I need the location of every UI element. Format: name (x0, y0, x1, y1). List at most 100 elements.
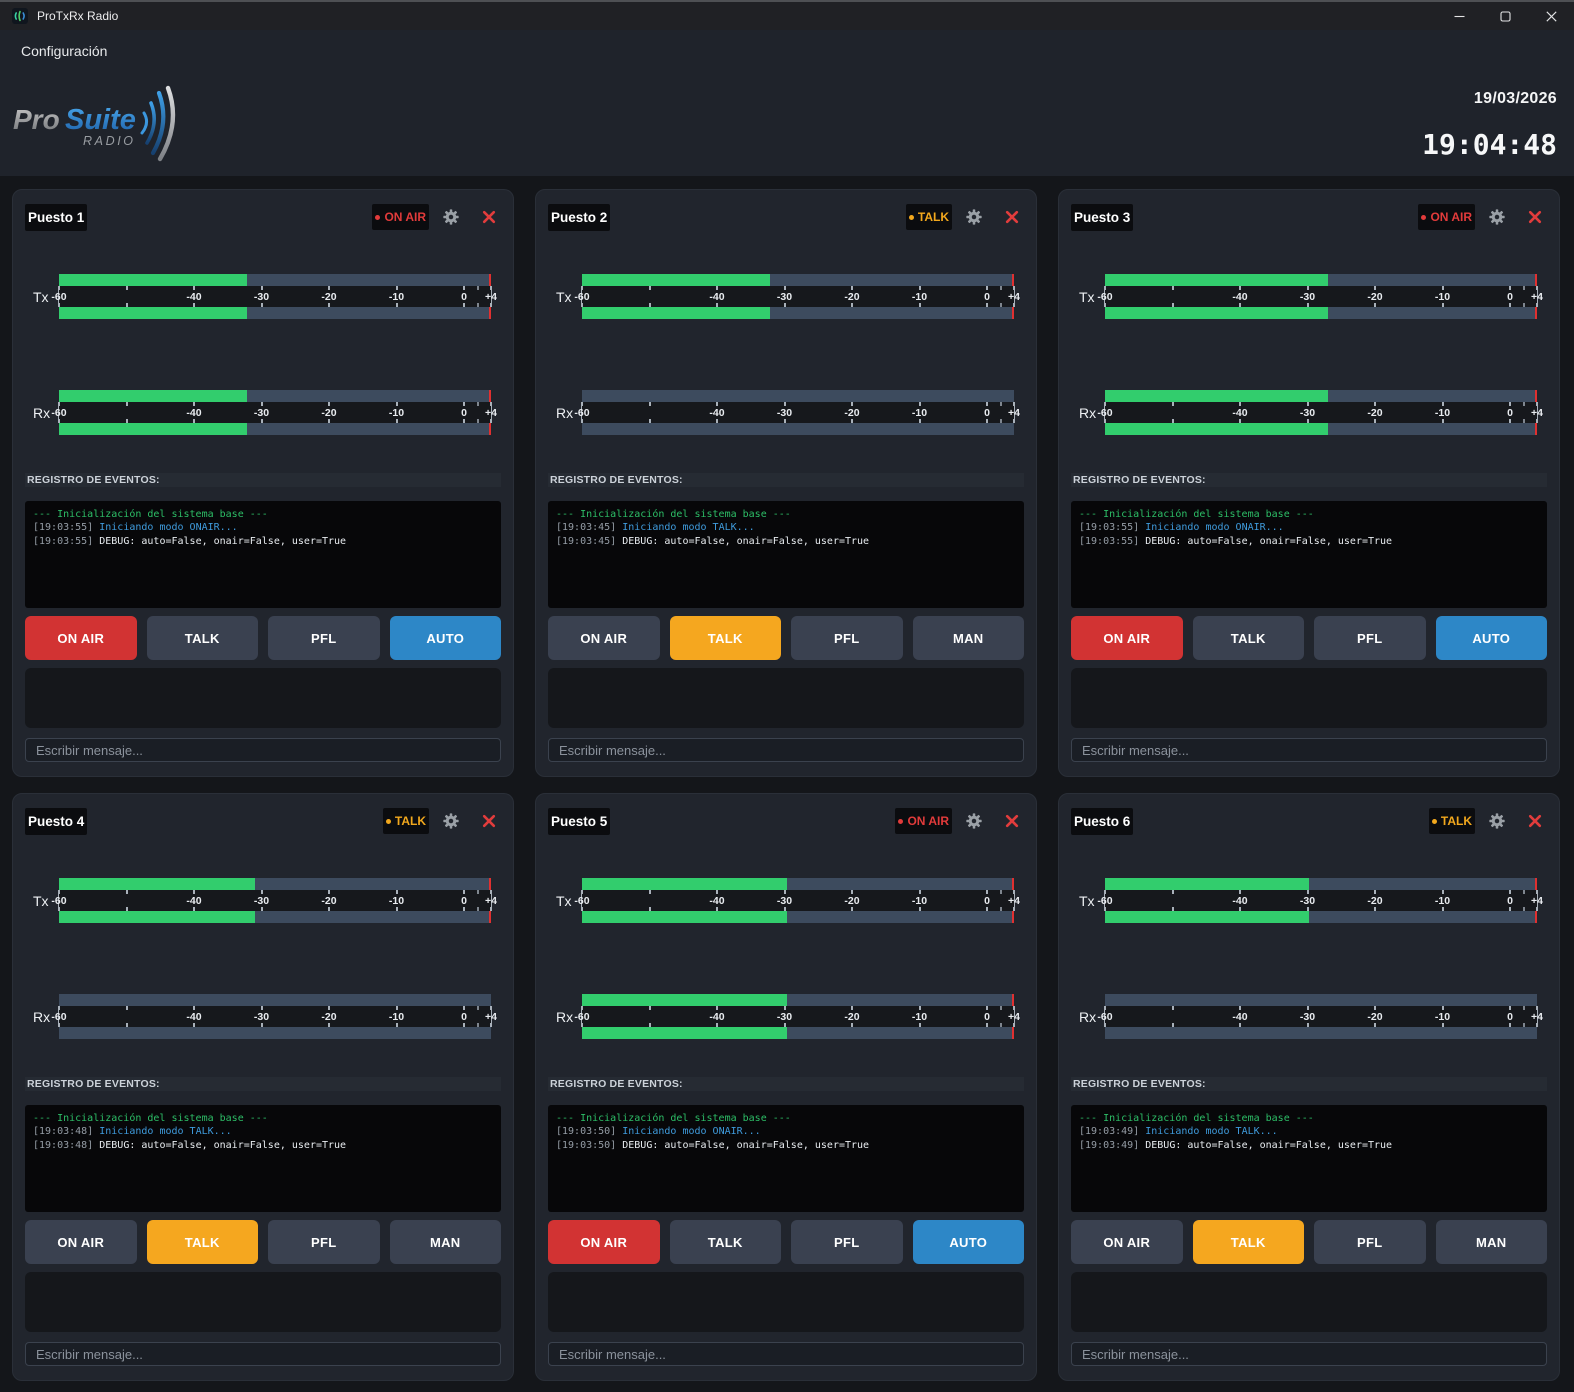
mode-button-talk[interactable]: TALK (147, 616, 259, 660)
mode-button-talk[interactable]: TALK (1193, 616, 1305, 660)
tx-meter-scale: -60-40-30-20-100+4 (582, 286, 1014, 307)
settings-button[interactable] (962, 205, 986, 229)
status-badge-label: ON AIR (1430, 210, 1472, 224)
log-line: [19:03:55] Iniciando modo ONAIR... (1079, 521, 1539, 534)
message-input[interactable] (548, 1342, 1024, 1366)
scale-label-band (1105, 1010, 1537, 1023)
rx-meter-scale: -60-40-30-20-100+4 (1105, 1006, 1537, 1027)
scale-label: -40 (186, 402, 201, 423)
mode-buttons: ON AIRTALKPFLAUTO (548, 1220, 1024, 1264)
panel-header: Puesto 6 TALK (1071, 807, 1547, 835)
scale-label: +4 (1008, 402, 1020, 423)
tx-meter-fill-bottom (1105, 911, 1309, 923)
mode-button-pfl[interactable]: PFL (791, 1220, 903, 1264)
close-window-button[interactable] (1528, 2, 1574, 30)
scale-label: -40 (1232, 286, 1247, 307)
mode-buttons: ON AIRTALKPFLMAN (548, 616, 1024, 660)
mode-button-on-air[interactable]: ON AIR (1071, 1220, 1183, 1264)
close-panel-button[interactable] (1000, 809, 1024, 833)
mode-button-auto[interactable]: AUTO (913, 1220, 1025, 1264)
gear-icon (1488, 812, 1506, 830)
scale-label: -40 (1232, 402, 1247, 423)
tx-meter-bar-bottom (582, 307, 1014, 319)
tx-meter-fill-bottom (582, 307, 770, 319)
close-panel-button[interactable] (1523, 809, 1547, 833)
event-log-label: REGISTRO DE EVENTOS: (548, 1077, 1024, 1091)
status-dot-icon (898, 819, 903, 824)
scale-label: -30 (254, 1006, 269, 1027)
status-badge: ON AIR (1418, 204, 1475, 230)
close-panel-button[interactable] (1000, 205, 1024, 229)
mode-button-pfl[interactable]: PFL (1314, 1220, 1426, 1264)
scale-label: -20 (321, 1006, 336, 1027)
mode-button-talk[interactable]: TALK (670, 1220, 782, 1264)
tx-meter-fill-top (59, 878, 255, 890)
scale-label: -60 (574, 402, 589, 423)
close-panel-button[interactable] (477, 205, 501, 229)
tx-meter-fill-top (582, 274, 770, 286)
scale-label: -20 (844, 402, 859, 423)
rx-meter: -60-40-30-20-100+4 (1105, 390, 1537, 435)
settings-button[interactable] (439, 809, 463, 833)
message-input[interactable] (548, 738, 1024, 762)
status-dot-icon (375, 215, 380, 220)
settings-button[interactable] (1485, 205, 1509, 229)
close-panel-button[interactable] (1523, 205, 1547, 229)
tx-meter-fill-top (582, 878, 787, 890)
log-line: [19:03:45] DEBUG: auto=False, onair=Fals… (556, 535, 1016, 548)
settings-button[interactable] (962, 809, 986, 833)
rx-meter-row: Rx -60-40-30-20-100+4 (548, 994, 1024, 1039)
logo-text-pro: Pro (13, 104, 60, 135)
rx-meter-bar-top (582, 390, 1014, 402)
mode-button-on-air[interactable]: ON AIR (548, 1220, 660, 1264)
time-display: 19:04:48 (1422, 128, 1557, 161)
rx-peak-marker-top (1535, 390, 1537, 402)
mode-button-pfl[interactable]: PFL (268, 616, 380, 660)
tx-meter-row: Tx -60-40-30-20-100+4 (25, 274, 501, 319)
scale-label-band (59, 1010, 491, 1023)
message-input[interactable] (25, 738, 501, 762)
rx-meter-row: Rx -60-40-30-20-100+4 (1071, 994, 1547, 1039)
message-input[interactable] (1071, 738, 1547, 762)
mode-button-on-air[interactable]: ON AIR (1071, 616, 1183, 660)
scale-label: -60 (51, 402, 66, 423)
menu-item-configuracion[interactable]: Configuración (21, 43, 107, 59)
scale-label: -30 (254, 286, 269, 307)
mode-button-man[interactable]: MAN (913, 616, 1025, 660)
mode-button-talk[interactable]: TALK (147, 1220, 259, 1264)
mode-button-on-air[interactable]: ON AIR (25, 616, 137, 660)
close-panel-button[interactable] (477, 809, 501, 833)
scale-label-band (1105, 406, 1537, 419)
mode-button-pfl[interactable]: PFL (268, 1220, 380, 1264)
gear-icon (965, 812, 983, 830)
mode-button-talk[interactable]: TALK (1193, 1220, 1305, 1264)
mode-button-auto[interactable]: AUTO (390, 616, 502, 660)
tx-meter-bar-bottom (59, 911, 491, 923)
mode-button-talk[interactable]: TALK (670, 616, 782, 660)
mode-button-pfl[interactable]: PFL (1314, 616, 1426, 660)
scale-label: 0 (984, 402, 990, 423)
mode-button-on-air[interactable]: ON AIR (25, 1220, 137, 1264)
message-input[interactable] (1071, 1342, 1547, 1366)
rx-meter-scale: -60-40-30-20-100+4 (59, 1006, 491, 1027)
minimize-button[interactable] (1436, 2, 1482, 30)
mode-buttons: ON AIRTALKPFLMAN (25, 1220, 501, 1264)
status-badge: ON AIR (372, 204, 429, 230)
status-badge: TALK (383, 808, 429, 834)
settings-button[interactable] (439, 205, 463, 229)
mode-button-man[interactable]: MAN (1436, 1220, 1548, 1264)
mode-button-man[interactable]: MAN (390, 1220, 502, 1264)
rx-meter-scale: -60-40-30-20-100+4 (59, 402, 491, 423)
settings-button[interactable] (1485, 809, 1509, 833)
tx-meter: -60-40-30-20-100+4 (582, 878, 1014, 923)
mode-button-pfl[interactable]: PFL (791, 616, 903, 660)
mode-button-auto[interactable]: AUTO (1436, 616, 1548, 660)
tx-meter-row: Tx -60-40-30-20-100+4 (548, 274, 1024, 319)
tx-peak-marker-bottom (1012, 911, 1014, 923)
event-log-label: REGISTRO DE EVENTOS: (25, 1077, 501, 1091)
scale-label: 0 (1507, 1006, 1513, 1027)
main-area: Puesto 1 ON AIR (0, 176, 1574, 1392)
mode-button-on-air[interactable]: ON AIR (548, 616, 660, 660)
message-input[interactable] (25, 1342, 501, 1366)
maximize-button[interactable] (1482, 2, 1528, 30)
